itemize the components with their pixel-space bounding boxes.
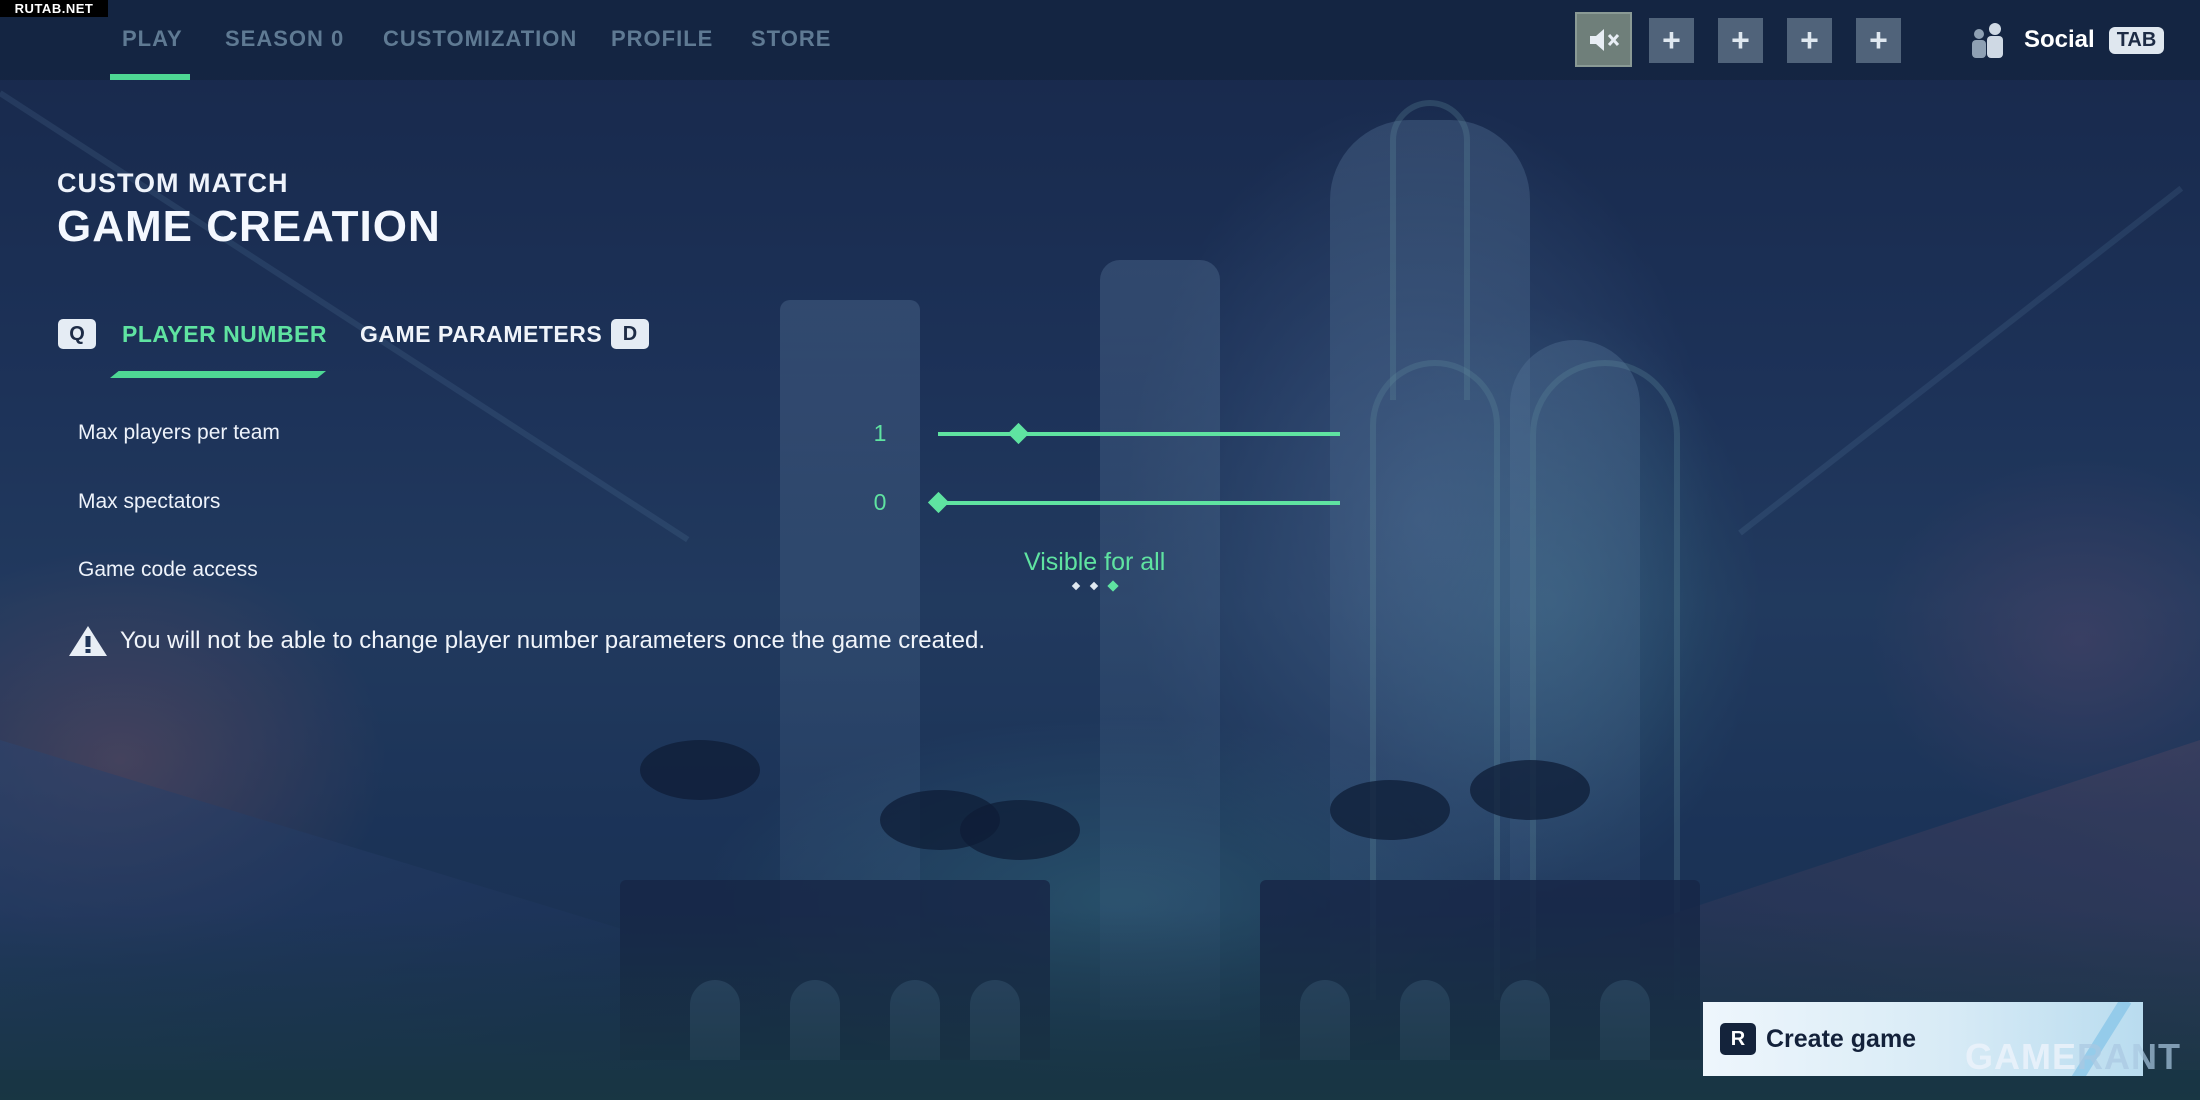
- subtab-active-indicator: [110, 371, 326, 378]
- mute-button[interactable]: [1575, 12, 1632, 67]
- code-access-option-indicators: [1071, 580, 1119, 592]
- prev-tab-key[interactable]: Q: [58, 319, 96, 349]
- gamerant-logo: GAMERANT: [1965, 1036, 2181, 1078]
- page-title: GAME CREATION: [57, 202, 441, 251]
- speaker-muted-icon: [1589, 28, 1619, 51]
- max-spectators-value: 0: [873, 489, 887, 515]
- create-game-label: Create game: [1766, 1024, 1917, 1053]
- tab-player-number[interactable]: PLAYER NUMBER: [122, 321, 327, 348]
- create-key-hint: R: [1720, 1023, 1756, 1055]
- nav-tab-season[interactable]: SEASON 0: [225, 26, 344, 52]
- max-spectators-slider[interactable]: [927, 491, 1340, 514]
- code-access-label: Game code access: [78, 558, 258, 581]
- social-label: Social: [2024, 26, 2095, 53]
- tab-game-parameters[interactable]: GAME PARAMETERS: [360, 321, 602, 348]
- warning-triangle-icon: [69, 626, 107, 656]
- top-nav-bar: PLAY SEASON 0 CUSTOMIZATION PROFILE STOR…: [0, 0, 2200, 80]
- max-players-label: Max players per team: [78, 421, 280, 444]
- max-players-value: 1: [873, 420, 887, 446]
- max-spectators-label: Max spectators: [78, 490, 221, 513]
- option-dot: [1107, 580, 1119, 592]
- friends-icon: [1972, 23, 2003, 58]
- party-slot-2-button[interactable]: +: [1718, 18, 1763, 63]
- code-access-selector[interactable]: Visible for all: [1024, 548, 1165, 577]
- tab-key-hint: TAB: [2108, 26, 2165, 54]
- nav-tab-play[interactable]: PLAY: [122, 26, 183, 52]
- page-subtitle: CUSTOM MATCH: [57, 168, 289, 198]
- option-dot: [1071, 581, 1081, 591]
- logo-game: GAME: [1965, 1036, 2077, 1077]
- party-slot-4-button[interactable]: +: [1856, 18, 1901, 63]
- watermark-label: RUTAB.NET: [0, 0, 108, 17]
- nav-tab-store[interactable]: STORE: [751, 26, 831, 52]
- nav-tab-profile[interactable]: PROFILE: [611, 26, 713, 52]
- warning-text: You will not be able to change player nu…: [120, 627, 985, 654]
- nav-active-indicator: [110, 74, 190, 80]
- logo-rant: RANT: [2077, 1036, 2181, 1077]
- next-tab-key[interactable]: D: [611, 319, 649, 349]
- social-button[interactable]: Social TAB: [1968, 20, 2165, 60]
- party-slot-3-button[interactable]: +: [1787, 18, 1832, 63]
- max-players-slider[interactable]: [938, 422, 1340, 445]
- party-slot-1-button[interactable]: +: [1649, 18, 1694, 63]
- warning-message: You will not be able to change player nu…: [66, 623, 985, 659]
- nav-tab-customization[interactable]: CUSTOMIZATION: [383, 26, 577, 52]
- option-dot: [1089, 581, 1099, 591]
